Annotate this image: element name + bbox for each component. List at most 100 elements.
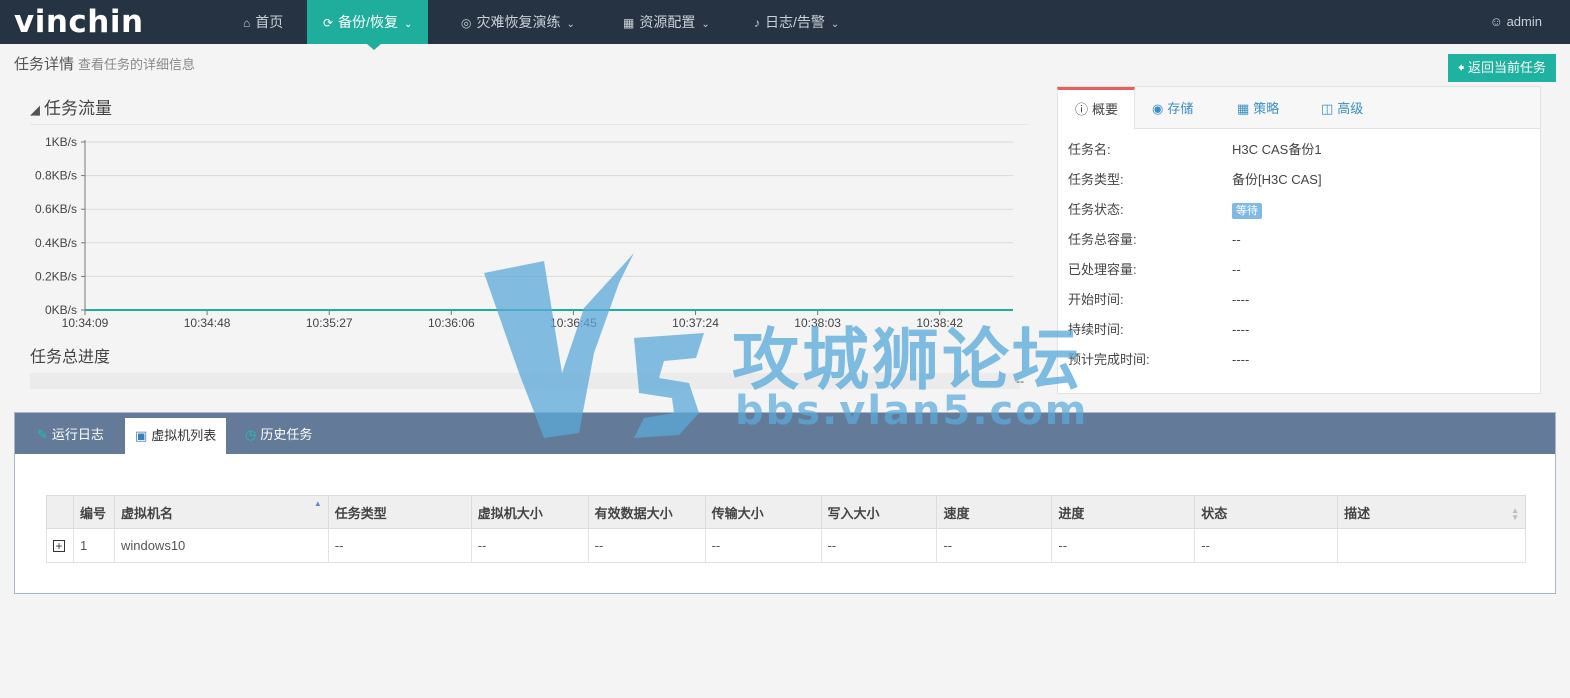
back-button-label: 返回当前任务	[1467, 60, 1546, 75]
summary-tabs: ⓘ 概要 ◉ 存储 ▦ 策略 ◫ 高级	[1057, 87, 1540, 130]
summary-value: ----	[1232, 352, 1250, 367]
user-menu[interactable]: ☺ admin	[1490, 0, 1542, 44]
nav-resources[interactable]: ▦ 资源配置 ⌄	[623, 0, 710, 44]
column-header[interactable]: 速度	[936, 495, 1053, 529]
summary-label: 任务总容量:	[1068, 232, 1137, 247]
y-tick-label: 0.6KB/s	[35, 202, 77, 216]
table-cell	[1337, 528, 1526, 563]
table-row[interactable]: + 1 windows10 -- -- -- -- -- -- -- --	[46, 528, 1526, 563]
tab-run-log[interactable]: ✎ 运行日志	[37, 413, 104, 454]
advanced-icon: ◫	[1321, 101, 1334, 116]
table-cell: --	[1051, 528, 1196, 563]
column-header-vm-name[interactable]: 虚拟机名 ▲	[113, 495, 329, 529]
table-cell: --	[327, 528, 472, 563]
grid-icon: ▦	[623, 16, 635, 30]
chevron-down-icon: ⌄	[566, 19, 575, 30]
back-to-current-task-button[interactable]: 🠸 返回当前任务	[1447, 54, 1556, 82]
expand-plus-icon[interactable]: +	[53, 540, 65, 552]
sort-asc-icon: ▲	[313, 498, 322, 508]
x-tick-label: 10:36:06	[428, 316, 475, 330]
tab-overview-label: 概要	[1092, 102, 1119, 117]
storage-icon: ◉	[1152, 101, 1164, 116]
tab-run-log-label: 运行日志	[51, 427, 104, 442]
column-header[interactable]: 有效数据大小	[587, 495, 706, 529]
top-navbar: vinchin ⌂ 首页 ⟳ 备份/恢复 ⌄ ◎ 灾难恢复演练 ⌄ ▦ 资源配置 ⌄ ♪ 日志/…	[0, 0, 1570, 50]
column-header[interactable]: 编号	[72, 495, 115, 529]
calendar-icon: ▦	[1237, 101, 1250, 116]
tab-vm-list-label: 虚拟机列表	[151, 428, 217, 443]
tab-advanced-label: 高级	[1337, 101, 1364, 116]
tab-storage[interactable]: ◉ 存储	[1152, 87, 1193, 129]
nav-logs-alerts-label: 日志/告警	[765, 14, 825, 30]
watermark-v5-logo	[484, 253, 704, 438]
tab-history-label: 历史任务	[260, 427, 313, 442]
page-title-text: 任务详情	[14, 56, 75, 73]
chevron-down-icon: ⌄	[830, 19, 840, 30]
summary-label: 已处理容量:	[1068, 262, 1137, 277]
x-tick-label: 10:34:48	[184, 316, 231, 330]
y-tick-label: 1KB/s	[45, 135, 77, 149]
column-header[interactable]: 进度	[1051, 495, 1196, 529]
summary-value: 等待	[1232, 200, 1262, 220]
table-cell: --	[936, 528, 1053, 563]
y-tick-label: 0.2KB/s	[35, 269, 77, 283]
nav-dr-drill-label: 灾难恢复演练	[476, 14, 561, 30]
summary-value: ----	[1232, 322, 1250, 337]
table-header-row: 编号 虚拟机名 ▲ 任务类型 虚拟机大小 有效数据大小 传输大小 写入大小 速度 …	[46, 495, 1526, 529]
flow-title-text: 任务流量	[44, 99, 112, 118]
summary-value: H3C CAS备份1	[1232, 142, 1322, 157]
tab-vm-list[interactable]: ▣ 虚拟机列表	[125, 418, 227, 454]
user-icon: ☺	[1489, 14, 1503, 29]
vinchin-logo[interactable]: vinchin	[14, 4, 144, 40]
page-title: 任务详情 查看任务的详细信息	[14, 53, 195, 74]
chevron-down-icon: ⌄	[403, 19, 413, 30]
monitor-icon: ▣	[135, 428, 148, 443]
y-tick-label: 0.4KB/s	[35, 236, 77, 250]
summary-value: 备份[H3C CAS]	[1232, 172, 1322, 187]
drill-icon: ◎	[461, 16, 472, 30]
table-cell: --	[587, 528, 706, 563]
column-header: 描述	[1344, 505, 1371, 521]
tab-advanced[interactable]: ◫ 高级	[1321, 87, 1363, 129]
summary-label: 任务类型:	[1068, 172, 1124, 187]
edit-icon: ✎	[37, 427, 48, 442]
summary-label: 任务名:	[1068, 142, 1111, 157]
column-header-description[interactable]: 描述 ▲ ▼	[1337, 495, 1526, 529]
user-name: admin	[1506, 14, 1542, 29]
column-header[interactable]: 状态	[1194, 495, 1339, 529]
expand-column-header	[46, 495, 74, 529]
summary-panel: ⓘ 概要 ◉ 存储 ▦ 策略 ◫ 高级 任务名: H3C CAS备份1 任务类型: 备份…	[1057, 86, 1541, 394]
nav-backup-restore[interactable]: ⟳ 备份/恢复 ⌄	[307, 0, 429, 50]
nav-dr-drill[interactable]: ◎ 灾难恢复演练 ⌄	[461, 0, 575, 44]
summary-label: 任务状态:	[1068, 202, 1124, 217]
bell-icon: ♪	[754, 16, 760, 30]
nav-home[interactable]: ⌂ 首页	[243, 0, 283, 44]
table-cell: 1	[72, 528, 115, 563]
table-cell: --	[1194, 528, 1339, 563]
tab-strategy-label: 策略	[1253, 101, 1280, 116]
column-header[interactable]: 写入大小	[820, 495, 938, 529]
nav-logs-alerts[interactable]: ♪ 日志/告警 ⌄	[754, 0, 839, 44]
status-badge: 等待	[1232, 203, 1262, 219]
column-header[interactable]: 传输大小	[704, 495, 822, 529]
tab-history[interactable]: ◷ 历史任务	[245, 413, 312, 454]
table-cell: --	[704, 528, 822, 563]
column-header[interactable]: 任务类型	[327, 495, 472, 529]
tab-storage-label: 存储	[1167, 101, 1194, 116]
summary-value: ----	[1232, 292, 1250, 307]
info-icon: ⓘ	[1075, 102, 1089, 117]
tab-overview[interactable]: ⓘ 概要	[1057, 87, 1135, 130]
flow-title: ◢ 任务流量	[30, 94, 112, 119]
table-cell: --	[470, 528, 589, 563]
watermark-url: bbs.vlan5.com	[735, 388, 1089, 434]
x-tick-label: 10:34:09	[62, 316, 109, 330]
refresh-icon: ⟳	[323, 16, 334, 30]
arrow-left-icon: 🠸	[1457, 60, 1465, 75]
summary-value: --	[1232, 262, 1241, 277]
column-header[interactable]: 虚拟机大小	[470, 495, 589, 529]
expand-cell[interactable]: +	[46, 528, 74, 563]
nav-backup-restore-label: 备份/恢复	[338, 14, 398, 30]
tab-strategy[interactable]: ▦ 策略	[1237, 87, 1279, 129]
vm-table: 编号 虚拟机名 ▲ 任务类型 虚拟机大小 有效数据大小 传输大小 写入大小 速度 …	[46, 495, 1526, 563]
x-tick-label: 10:35:27	[306, 316, 353, 330]
